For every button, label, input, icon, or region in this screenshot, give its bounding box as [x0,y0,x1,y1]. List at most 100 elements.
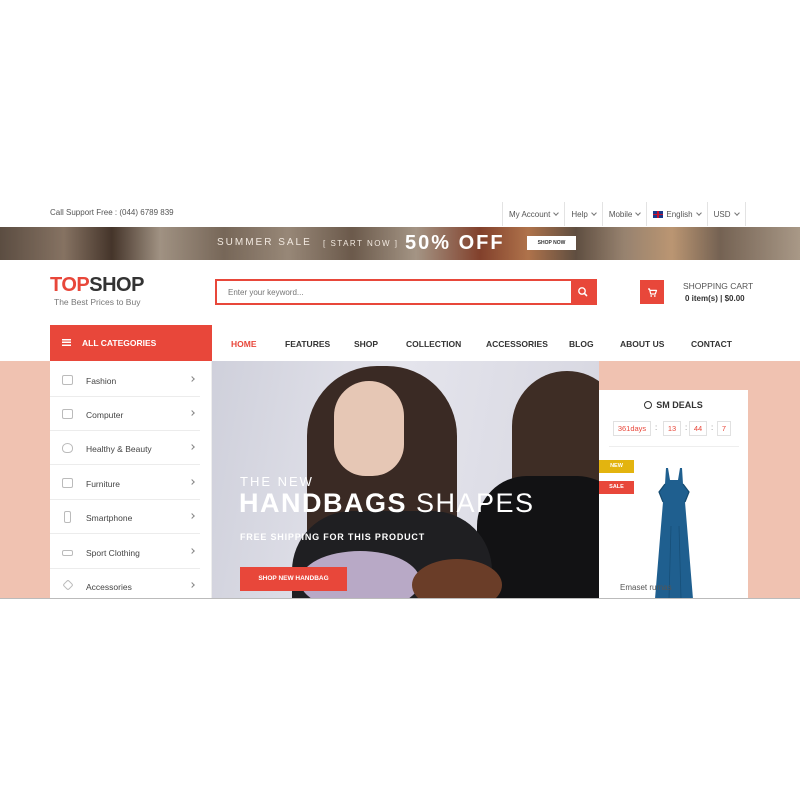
hero-slider[interactable]: THE NEW HANDBAGS SHAPES FREE SHIPPING FO… [212,361,599,598]
chevron-down-icon [695,209,702,216]
logo-part-top: TOP [50,274,90,296]
help-label: Help [571,209,588,219]
sidebar-item-label: Accessories [86,582,132,592]
countdown-seconds: 7 [717,421,731,436]
chevron-down-icon [590,209,597,216]
sidebar-item-label: Furniture [86,479,121,489]
cart-icon [648,288,658,297]
divider [609,446,739,447]
chevron-right-icon [189,376,195,382]
nav-contact[interactable]: CONTACT [691,339,732,349]
sidebar-item-healthy-beauty[interactable]: Healthy & Beauty [50,431,200,465]
shoe-icon [62,550,73,556]
search-bar [215,279,597,305]
countdown-separator: : [711,423,714,432]
logo-tagline: The Best Prices to Buy [54,297,141,307]
menu-icon [62,339,71,346]
logo[interactable]: TOPSHOP [50,274,144,297]
currency-dropdown[interactable]: USD [708,202,746,226]
cart-summary[interactable]: 0 item(s) | $0.00 [685,294,745,303]
mobile-label: Mobile [608,209,633,219]
help-dropdown[interactable]: Help [565,202,603,226]
sidebar-item-accessories[interactable]: Accessories [50,569,200,598]
countdown-hours: 13 [663,421,681,436]
sidebar-item-smartphone[interactable]: Smartphone [50,500,200,534]
sidebar-item-label: Computer [86,410,124,420]
sale-badge: SALE [599,481,634,494]
promo-summer-sale: SUMMER SALE [217,237,312,248]
main-menu: HOME FEATURES SHOP COLLECTION ACCESSORIE… [212,325,748,361]
chevron-down-icon [635,209,642,216]
logo-part-shop: SHOP [89,274,144,296]
sidebar-item-furniture[interactable]: Furniture [50,466,200,500]
hero-title: HANDBAGS SHAPES [239,488,535,519]
search-button[interactable] [571,281,595,303]
sidebar-item-sport-clothing[interactable]: Sport Clothing [50,535,200,569]
sofa-icon [62,478,73,488]
nav-accessories[interactable]: ACCESSORIES [486,339,548,349]
language-dropdown[interactable]: English [647,202,708,226]
chevron-right-icon [189,513,195,519]
chevron-down-icon [733,209,740,216]
storefront-page: Call Support Free : (044) 6789 839 My Ac… [0,199,800,599]
promo-shop-now-button[interactable]: SHOP NOW [527,236,576,250]
sidebar-item-label: Sport Clothing [86,548,140,558]
promo-banner[interactable]: SUMMER SALE [ START NOW ] 50% OFF SHOP N… [0,227,800,260]
gift-icon [62,375,73,385]
nav-shop[interactable]: SHOP [354,339,378,349]
clock-icon [644,401,653,409]
nav-home[interactable]: HOME [231,339,257,349]
promo-discount: 50% OFF [405,232,505,254]
all-categories-button[interactable]: ALL CATEGORIES [50,325,212,361]
countdown-separator: : [655,423,658,432]
sidebar-item-computer[interactable]: Computer [50,397,200,431]
top-bar: Call Support Free : (044) 6789 839 My Ac… [0,199,800,227]
cart-title[interactable]: SHOPPING CART [683,281,753,291]
deals-header: SM DEALS [599,400,748,410]
smartphone-icon [64,511,71,523]
nav-about-us[interactable]: ABOUT US [620,339,664,349]
mobile-dropdown[interactable]: Mobile [603,202,648,226]
new-badge: NEW [599,460,634,473]
countdown-separator: : [685,423,688,432]
chevron-right-icon [189,548,195,554]
deal-product-name[interactable]: Emaset rumas [620,583,672,592]
nav-features[interactable]: FEATURES [285,339,330,349]
heart-icon [62,443,73,453]
top-links: My Account Help Mobile English USD [502,202,746,226]
cart-button[interactable] [640,280,664,304]
countdown-minutes: 44 [689,421,707,436]
my-account-dropdown[interactable]: My Account [503,202,566,226]
chevron-right-icon [189,444,195,450]
sidebar-item-label: Fashion [86,376,117,386]
sidebar-item-label: Smartphone [86,513,133,523]
uk-flag-icon [653,210,664,218]
hero-shipping-text: FREE SHIPPING FOR THIS PRODUCT [240,532,426,542]
category-sidebar: Fashion Computer Healthy & Beauty Furnit… [50,361,212,598]
chevron-down-icon [553,209,560,216]
product-dress-image[interactable] [649,466,699,599]
sidebar-item-fashion[interactable]: Fashion [50,363,200,397]
nav-collection[interactable]: COLLECTION [406,339,461,349]
currency-label: USD [713,209,731,219]
sidebar-item-label: Healthy & Beauty [86,444,152,454]
hero-model-face [334,381,404,476]
chevron-right-icon [189,582,195,588]
deals-panel: SM DEALS 361days : 13 : 44 : 7 NEW SALE … [599,390,748,599]
language-label: English [666,209,693,219]
laptop-icon [62,409,73,419]
my-account-label: My Account [509,209,551,219]
chevron-right-icon [189,410,195,416]
promo-start-now: [ START NOW ] [323,239,399,248]
countdown-days: 361days [613,421,651,436]
shop-new-handbag-button[interactable]: SHOP NEW HANDBAG [240,567,347,591]
nav-blog[interactable]: BLOG [569,339,594,349]
diamond-icon [62,579,74,591]
deals-title: SM DEALS [656,400,703,410]
hero-title-light: SHAPES [407,488,535,518]
search-icon [578,287,588,297]
all-categories-label: ALL CATEGORIES [82,338,157,348]
support-phone: Call Support Free : (044) 6789 839 [50,208,174,217]
hero-title-bold: HANDBAGS [239,488,408,518]
search-input[interactable] [217,281,571,303]
